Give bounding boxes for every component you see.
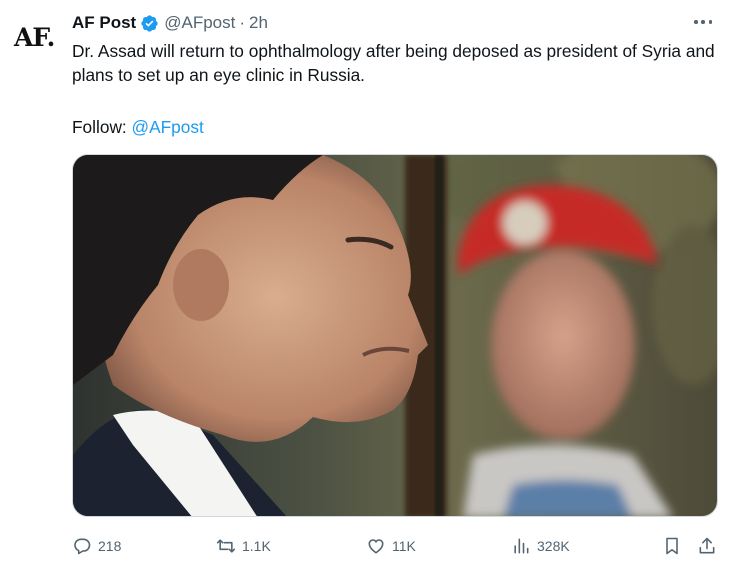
bookmark-icon (666, 537, 678, 555)
reply-count: 218 (98, 538, 122, 554)
views-count: 328K (537, 538, 570, 554)
tweet-text: Dr. Assad will return to ophthalmology a… (72, 41, 715, 85)
heart-icon (368, 539, 384, 554)
like-button[interactable]: 11K (366, 532, 416, 560)
author-handle[interactable]: @AFpost (164, 13, 235, 33)
like-count: 11K (392, 538, 416, 554)
views-button[interactable]: 328K (511, 532, 570, 560)
follow-line: Follow: @AFpost (72, 115, 204, 139)
bookmark-button[interactable] (662, 532, 682, 560)
share-button[interactable] (697, 532, 717, 560)
reply-icon (74, 538, 91, 555)
photo-illustration (73, 155, 717, 516)
verified-badge-icon[interactable] (140, 14, 159, 33)
views-icon (514, 538, 529, 554)
timestamp[interactable]: 2h (249, 13, 268, 33)
follow-link[interactable]: @AFpost (132, 117, 204, 137)
repost-button[interactable]: 1.1K (216, 532, 271, 560)
repost-icon (216, 539, 236, 553)
separator-dot: · (239, 13, 246, 32)
tweet-actions: 218 1.1K 11K 328K (72, 532, 722, 560)
tweet-header: AF Post @AFpost · 2h (72, 11, 268, 35)
share-icon (699, 537, 715, 554)
avatar[interactable]: AF. (14, 18, 62, 58)
more-icon[interactable] (691, 12, 715, 32)
tweet-photo[interactable] (72, 154, 718, 517)
follow-label: Follow: (72, 117, 132, 137)
author-name[interactable]: AF Post (72, 13, 136, 33)
reply-button[interactable]: 218 (72, 532, 121, 560)
repost-count: 1.1K (242, 538, 271, 554)
